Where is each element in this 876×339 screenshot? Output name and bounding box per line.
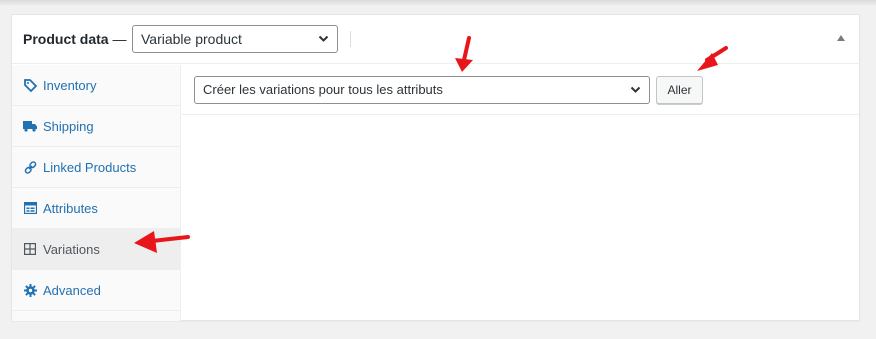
metabox-header: Product data — Variable product (12, 15, 859, 64)
tab-advanced-label: Advanced (43, 283, 101, 298)
annotation-arrow-button (697, 46, 728, 71)
truck-icon (23, 119, 37, 133)
tab-attributes[interactable]: Attributes (12, 188, 180, 229)
grid-icon (23, 242, 37, 256)
product-type-select[interactable]: Variable product (132, 25, 338, 53)
annotation-arrow-select (455, 36, 473, 72)
collapse-toggle-icon[interactable] (837, 35, 845, 41)
title-dash: — (112, 31, 127, 47)
tab-advanced[interactable]: Advanced (12, 270, 180, 311)
tab-shipping[interactable]: Shipping (12, 106, 180, 147)
annotation-arrow-variations (134, 231, 190, 253)
variation-action-select[interactable]: Créer les variations pour tous les attri… (194, 76, 650, 104)
product-data-title-text: Product data (23, 31, 109, 47)
link-icon (23, 160, 37, 174)
tag-icon (23, 78, 37, 92)
variation-action-value: Créer les variations pour tous les attri… (203, 82, 443, 97)
header-divider (350, 31, 351, 47)
go-button[interactable]: Aller (656, 76, 703, 104)
product-data-tabs: Inventory Shipping Linked Products Attri… (12, 65, 181, 321)
product-data-metabox: Product data — Variable product Inventor… (11, 14, 860, 321)
tab-linked-products-label: Linked Products (43, 160, 137, 175)
tab-attributes-label: Attributes (43, 201, 98, 216)
tab-shipping-label: Shipping (43, 119, 94, 134)
tab-linked-products[interactable]: Linked Products (12, 147, 180, 188)
top-shadow (0, 0, 876, 6)
product-data-title: Product data — (23, 31, 126, 47)
tab-variations-label: Variations (43, 242, 100, 257)
chevron-down-icon (630, 77, 641, 113)
product-type-value: Variable product (141, 31, 242, 47)
tab-inventory-label: Inventory (43, 78, 97, 93)
tab-inventory[interactable]: Inventory (12, 65, 180, 106)
gear-icon (23, 283, 37, 297)
chevron-down-icon (318, 26, 329, 62)
variations-toolbar: Créer les variations pour tous les attri… (182, 65, 859, 115)
attributes-icon (23, 201, 37, 215)
